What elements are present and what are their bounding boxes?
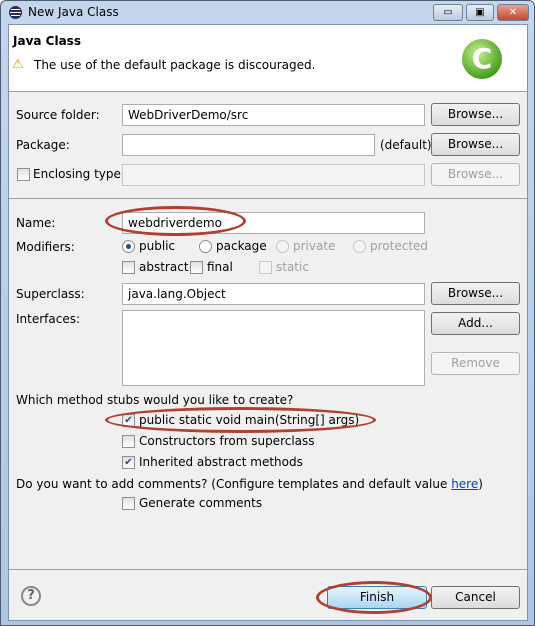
interfaces-label: Interfaces: xyxy=(16,312,81,326)
add-interface-button[interactable]: Add... xyxy=(431,312,520,335)
source-folder-input[interactable]: WebDriverDemo/src xyxy=(122,104,425,126)
final-label: final xyxy=(207,260,233,274)
generate-comments-checkbox[interactable] xyxy=(122,497,135,510)
warning-icon: ⚠ xyxy=(12,57,24,72)
superclass-input[interactable]: java.lang.Object xyxy=(122,283,425,305)
close-button[interactable]: ✕ xyxy=(497,4,529,21)
enclosing-type-checkbox[interactable] xyxy=(17,168,30,181)
inherited-methods-checkbox[interactable]: ✔ xyxy=(122,456,135,469)
browse-source-folder-button[interactable]: Browse... xyxy=(431,103,520,126)
comments-question-text: Do you want to add comments? (Configure … xyxy=(16,477,452,491)
name-input[interactable]: webdriverdemo xyxy=(122,212,425,234)
window-title: New Java Class xyxy=(28,5,119,19)
superclass-label: Superclass: xyxy=(16,287,85,301)
java-class-c-icon: C xyxy=(462,39,502,79)
public-radio[interactable] xyxy=(122,240,135,253)
help-icon[interactable]: ? xyxy=(21,586,41,606)
main-method-checkbox[interactable]: ✔ xyxy=(122,414,135,427)
divider xyxy=(9,198,527,199)
private-label: private xyxy=(293,239,336,253)
package-default-hint: (default) xyxy=(380,138,432,152)
package-label: Package: xyxy=(16,138,70,152)
enclosing-type-label: Enclosing type: xyxy=(33,167,125,181)
dialog-body: Java Class ⚠ The use of the default pack… xyxy=(8,24,528,621)
constructors-label: Constructors from superclass xyxy=(139,434,315,448)
page-title: Java Class xyxy=(13,34,81,48)
enclosing-type-input xyxy=(122,164,425,186)
cancel-button[interactable]: Cancel xyxy=(431,586,520,609)
remove-interface-button: Remove xyxy=(431,352,520,375)
static-checkbox xyxy=(259,261,272,274)
footer-divider xyxy=(9,569,527,570)
source-folder-label: Source folder: xyxy=(16,108,100,122)
title-bar: New Java Class ▭ ▣ ✕ xyxy=(1,1,534,25)
abstract-checkbox[interactable] xyxy=(122,261,135,274)
abstract-label: abstract xyxy=(139,260,189,274)
comments-question-close: ) xyxy=(478,477,483,491)
inherited-methods-label: Inherited abstract methods xyxy=(139,455,303,469)
static-label: static xyxy=(276,260,309,274)
browse-package-button[interactable]: Browse... xyxy=(431,133,520,156)
modifiers-label: Modifiers: xyxy=(16,240,75,254)
final-checkbox[interactable] xyxy=(190,261,203,274)
package-radio-label: package xyxy=(216,239,267,253)
maximize-button[interactable]: ▣ xyxy=(466,4,494,21)
comments-question: Do you want to add comments? (Configure … xyxy=(16,477,483,491)
warning-message: The use of the default package is discou… xyxy=(34,58,316,72)
main-method-label: public static void main(String[] args) xyxy=(139,413,360,427)
public-label: public xyxy=(139,239,176,253)
package-radio[interactable] xyxy=(199,240,212,253)
browse-superclass-button[interactable]: Browse... xyxy=(431,282,520,305)
generate-comments-label: Generate comments xyxy=(139,496,263,510)
minimize-button[interactable]: ▭ xyxy=(433,4,463,21)
wizard-header: Java Class ⚠ The use of the default pack… xyxy=(9,25,527,92)
method-stubs-question: Which method stubs would you like to cre… xyxy=(16,393,294,407)
private-radio xyxy=(276,240,289,253)
interfaces-list[interactable] xyxy=(122,310,425,386)
dialog-window: New Java Class ▭ ▣ ✕ Java Class ⚠ The us… xyxy=(0,0,535,626)
finish-button[interactable]: Finish xyxy=(327,586,427,609)
protected-label: protected xyxy=(370,239,429,253)
configure-templates-link[interactable]: here xyxy=(451,477,478,491)
constructors-checkbox[interactable] xyxy=(122,435,135,448)
package-input[interactable] xyxy=(122,134,375,156)
name-label: Name: xyxy=(16,216,56,230)
eclipse-icon xyxy=(9,6,22,19)
browse-enclosing-type-button: Browse... xyxy=(431,163,520,186)
protected-radio xyxy=(353,240,366,253)
